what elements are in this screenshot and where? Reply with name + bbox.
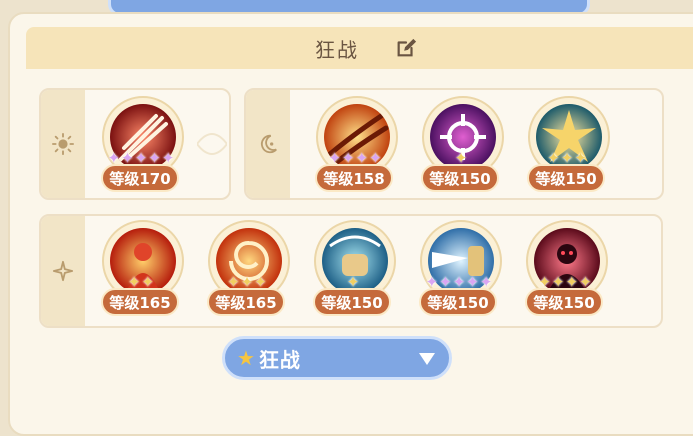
level-badge: 等级150 [527, 164, 605, 192]
skill-slot[interactable]: ✦ ✦ ✦ ✦ ✦ 等级170 [100, 94, 184, 198]
chevron-down-icon [419, 353, 435, 365]
level-badge: 等级170 [101, 164, 179, 192]
level-badge: 等级150 [313, 288, 391, 316]
skill-slot[interactable]: ✦ ✦ ✦ ✦ ✦ 等级150 [418, 218, 502, 322]
class-dropdown[interactable]: ★ 狂战 [222, 336, 452, 380]
loadout-header: 狂战 [26, 27, 693, 69]
level-badge: 等级165 [101, 288, 179, 316]
skill-slot[interactable]: ✦ ✦ ✦ ✦ 等级158 [314, 94, 398, 198]
group-label-moon [246, 90, 290, 198]
skill-slot[interactable]: ✦ ✦ ✦ 等级150 [526, 94, 610, 198]
level-badge: 等级150 [421, 164, 499, 192]
level-badge: 等级158 [315, 164, 393, 192]
skill-slot[interactable]: ✦ ✦ 等级165 [100, 218, 184, 322]
skill-slot[interactable]: ✦ ✦ ✦ ✦ 等级150 [524, 218, 608, 322]
skill-slot[interactable]: ✦ ✦ ✦ 等级165 [206, 218, 290, 322]
group-label-sun [41, 90, 85, 198]
dropdown-selected: 狂战 [258, 347, 301, 372]
loadout-title: 狂战 [315, 37, 359, 62]
skill-slot[interactable]: ✦ 等级150 [312, 218, 396, 322]
sparkle-icon [52, 260, 74, 282]
group-label-spark [41, 216, 85, 326]
edit-icon[interactable] [395, 37, 417, 59]
moon-icon [260, 134, 277, 154]
star-icon: ★ [237, 346, 255, 370]
level-badge: 等级165 [207, 288, 285, 316]
ornament-icon [197, 133, 227, 155]
level-badge: 等级150 [419, 288, 497, 316]
skill-slot[interactable]: ✦ 等级150 [420, 94, 504, 198]
level-badge: 等级150 [525, 288, 603, 316]
sun-icon [52, 133, 74, 155]
